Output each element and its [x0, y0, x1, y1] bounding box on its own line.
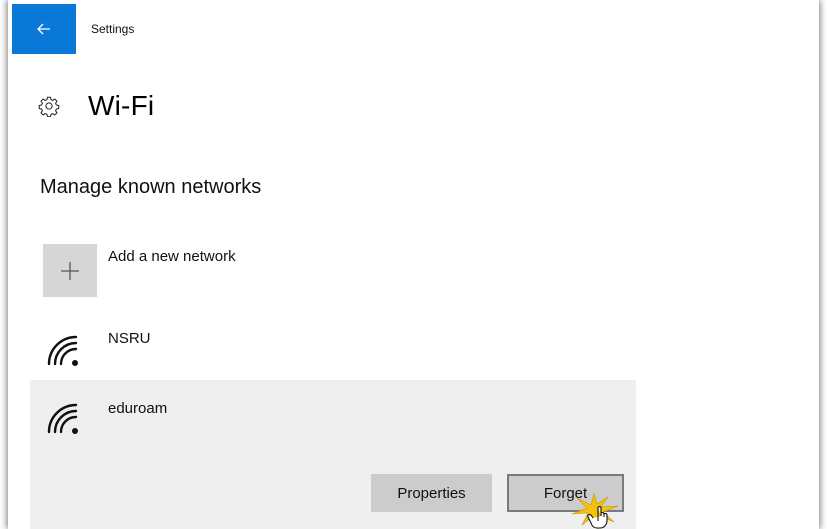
back-arrow-icon [37, 23, 50, 35]
back-button[interactable] [12, 4, 76, 54]
settings-window: Settings Wi-Fi Manage known networks Add… [8, 0, 819, 529]
network-name: eduroam [108, 400, 168, 417]
wifi-icon [47, 403, 78, 434]
section-title: Manage known networks [40, 176, 262, 198]
network-name: NSRU [108, 330, 151, 347]
network-item-eduroam[interactable]: eduroam Properties Forget [30, 380, 636, 529]
add-network-label[interactable]: Add a new network [108, 248, 236, 265]
gear-icon [38, 96, 60, 117]
title-bar: Settings [8, 0, 819, 54]
add-network-button[interactable] [43, 244, 97, 297]
hand-cursor-icon [571, 492, 619, 529]
page-header: Wi-Fi [38, 90, 154, 122]
window-title: Settings [91, 22, 135, 36]
wifi-icon [47, 335, 78, 366]
properties-button[interactable]: Properties [371, 474, 492, 512]
network-item-nsru[interactable]: NSRU [30, 318, 636, 378]
page-title: Wi-Fi [88, 90, 155, 121]
plus-icon [61, 261, 79, 280]
